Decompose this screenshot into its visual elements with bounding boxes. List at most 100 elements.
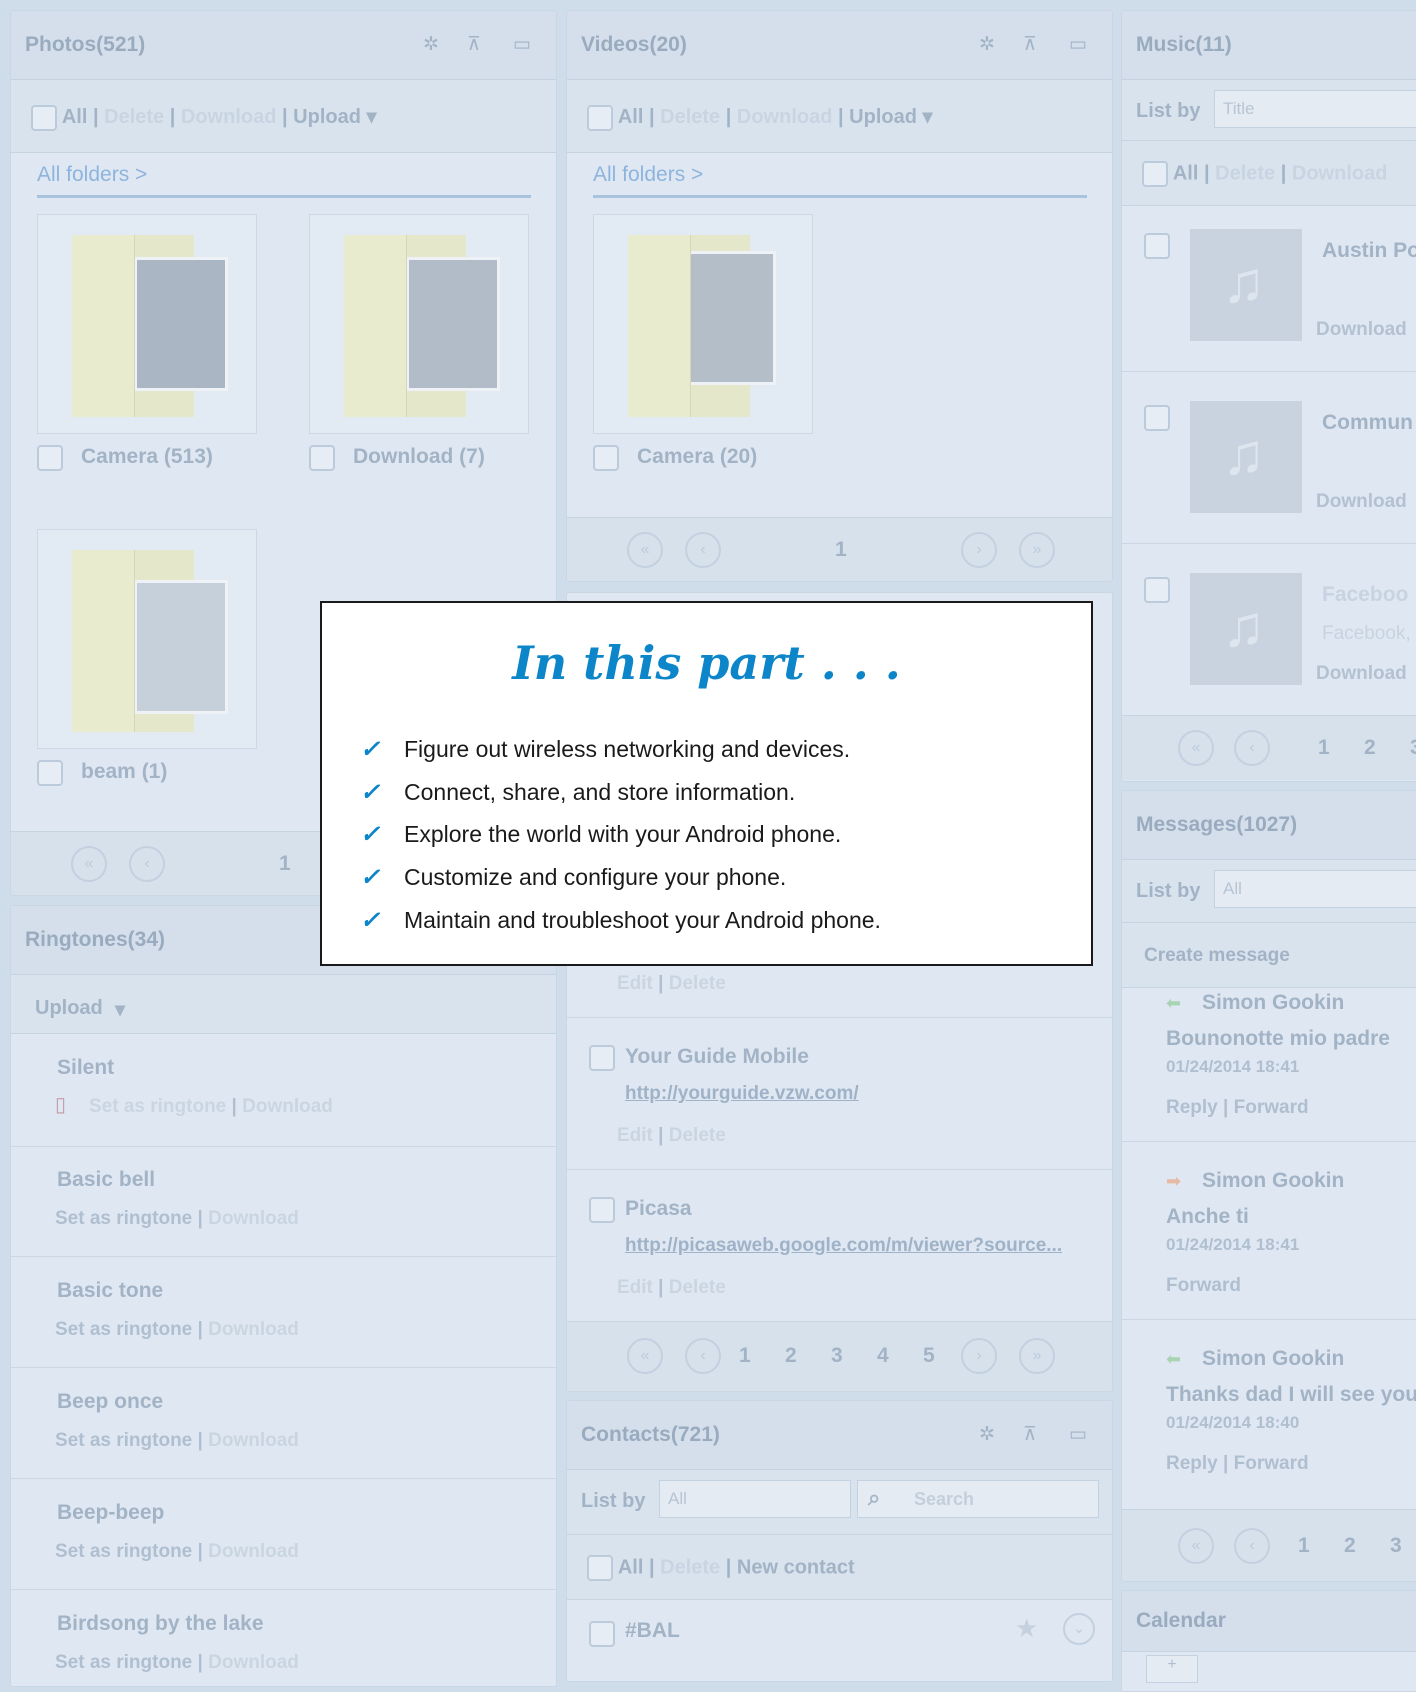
page-number[interactable]: 4 [877, 1344, 889, 1368]
page-number[interactable]: 1 [1318, 736, 1330, 760]
gear-icon[interactable]: ✲ [423, 33, 439, 56]
page-number[interactable]: 1 [835, 538, 847, 562]
folder-tile-download[interactable] [309, 214, 529, 434]
prev-page-icon[interactable]: ‹ [1234, 730, 1270, 766]
chevron-down-icon[interactable]: ▾ [923, 106, 933, 128]
prev-page-icon[interactable]: ‹ [685, 1338, 721, 1374]
page-number[interactable]: 1 [1298, 1534, 1310, 1558]
download-button[interactable]: Download [1292, 162, 1388, 184]
first-page-icon[interactable]: « [627, 532, 663, 568]
download-button[interactable]: Download [1316, 319, 1407, 341]
bookmark-url[interactable]: http://yourguide.vzw.com/ [625, 1083, 859, 1105]
star-icon[interactable]: ★ [1015, 1613, 1038, 1644]
edit-button[interactable]: Edit [617, 1125, 653, 1146]
chevron-down-icon[interactable]: ▾ [115, 997, 125, 1022]
upload-button[interactable]: Upload [293, 106, 361, 128]
forward-button[interactable]: Forward [1234, 1453, 1309, 1474]
upload-button[interactable]: Upload [35, 997, 103, 1020]
folder-tile-beam[interactable] [37, 529, 257, 749]
collapse-icon[interactable]: ⊼ [1023, 1423, 1037, 1446]
delete-button[interactable]: Delete [669, 1277, 726, 1298]
last-page-icon[interactable]: » [1019, 532, 1055, 568]
first-page-icon[interactable]: « [71, 846, 107, 882]
folder-checkbox[interactable] [37, 760, 63, 786]
create-message-button[interactable]: Create message [1144, 945, 1290, 967]
delete-button[interactable]: Delete [669, 1125, 726, 1146]
breadcrumb[interactable]: All folders > [593, 163, 703, 187]
list-by-select[interactable]: All [1214, 870, 1416, 908]
gear-icon[interactable]: ✲ [979, 1423, 995, 1446]
download-button[interactable]: Download [242, 1096, 333, 1117]
upload-button[interactable]: Upload [849, 106, 917, 128]
download-button[interactable]: Download [1316, 491, 1407, 513]
prev-page-icon[interactable]: ‹ [129, 846, 165, 882]
forward-button[interactable]: Forward [1234, 1097, 1309, 1118]
folder-checkbox[interactable] [37, 445, 63, 471]
folder-checkbox[interactable] [309, 445, 335, 471]
search-input[interactable]: Search [914, 1489, 974, 1510]
set-ringtone-button[interactable]: Set as ringtone [55, 1541, 192, 1562]
track-checkbox[interactable] [1144, 577, 1170, 603]
contact-checkbox[interactable] [589, 1621, 615, 1647]
search-box[interactable]: ⌕ Search [857, 1480, 1099, 1518]
folder-tile-camera[interactable] [593, 214, 813, 434]
delete-button[interactable]: Delete [104, 106, 164, 128]
maximize-icon[interactable]: ▭ [1069, 33, 1087, 56]
set-ringtone-button[interactable]: Set as ringtone [55, 1208, 192, 1229]
folder-checkbox[interactable] [593, 445, 619, 471]
download-button[interactable]: Download [208, 1430, 299, 1451]
list-by-select[interactable]: Title [1214, 90, 1416, 128]
last-page-icon[interactable]: » [1019, 1338, 1055, 1374]
add-event-button[interactable]: + [1146, 1655, 1198, 1683]
track-checkbox[interactable] [1144, 233, 1170, 259]
download-button[interactable]: Download [208, 1652, 299, 1673]
download-button[interactable]: Download [208, 1319, 299, 1340]
maximize-icon[interactable]: ▭ [1069, 1423, 1087, 1446]
select-all-label[interactable]: All [1173, 162, 1199, 184]
set-ringtone-button[interactable]: Set as ringtone [89, 1096, 226, 1117]
bookmark-checkbox[interactable] [589, 1197, 615, 1223]
first-page-icon[interactable]: « [1178, 730, 1214, 766]
breadcrumb[interactable]: All folders > [37, 163, 147, 187]
prev-page-icon[interactable]: ‹ [1234, 1528, 1270, 1564]
edit-button[interactable]: Edit [617, 1277, 653, 1298]
select-all-label[interactable]: All [618, 1556, 644, 1578]
forward-button[interactable]: Forward [1166, 1275, 1241, 1297]
folder-tile-camera[interactable] [37, 214, 257, 434]
chevron-down-icon[interactable]: ▾ [367, 106, 377, 128]
select-all-checkbox[interactable] [587, 1555, 613, 1581]
page-number[interactable]: 1 [279, 852, 291, 876]
download-button[interactable]: Download [208, 1208, 299, 1229]
first-page-icon[interactable]: « [1178, 1528, 1214, 1564]
download-button[interactable]: Download [1316, 663, 1407, 685]
first-page-icon[interactable]: « [627, 1338, 663, 1374]
set-ringtone-button[interactable]: Set as ringtone [55, 1430, 192, 1451]
bookmark-checkbox[interactable] [589, 1045, 615, 1071]
select-all-checkbox[interactable] [1142, 161, 1168, 187]
maximize-icon[interactable]: ▭ [513, 33, 531, 56]
bookmark-url[interactable]: http://picasaweb.google.com/m/viewer?sou… [625, 1235, 1062, 1257]
next-page-icon[interactable]: › [961, 1338, 997, 1374]
select-all-checkbox[interactable] [587, 104, 613, 131]
delete-button[interactable]: Delete [1215, 162, 1275, 184]
next-page-icon[interactable]: › [961, 532, 997, 568]
collapse-icon[interactable]: ⊼ [1023, 33, 1037, 56]
page-number[interactable]: 3 [831, 1344, 843, 1368]
set-ringtone-button[interactable]: Set as ringtone [55, 1319, 192, 1340]
reply-button[interactable]: Reply [1166, 1097, 1218, 1118]
expand-icon[interactable]: ⌄ [1063, 1613, 1095, 1645]
set-ringtone-button[interactable]: Set as ringtone [55, 1652, 192, 1673]
track-checkbox[interactable] [1144, 405, 1170, 431]
select-all-label[interactable]: All [62, 106, 88, 128]
list-by-select[interactable]: All [659, 1480, 851, 1518]
page-number[interactable]: 3 [1410, 736, 1416, 760]
page-number[interactable]: 2 [1364, 736, 1376, 760]
select-all-checkbox[interactable] [31, 104, 57, 131]
delete-button[interactable]: Delete [660, 1556, 720, 1578]
delete-button[interactable]: Delete [669, 973, 726, 994]
prev-page-icon[interactable]: ‹ [685, 532, 721, 568]
download-button[interactable]: Download [737, 106, 833, 128]
download-button[interactable]: Download [181, 106, 277, 128]
page-number[interactable]: 2 [785, 1344, 797, 1368]
select-all-label[interactable]: All [618, 106, 644, 128]
